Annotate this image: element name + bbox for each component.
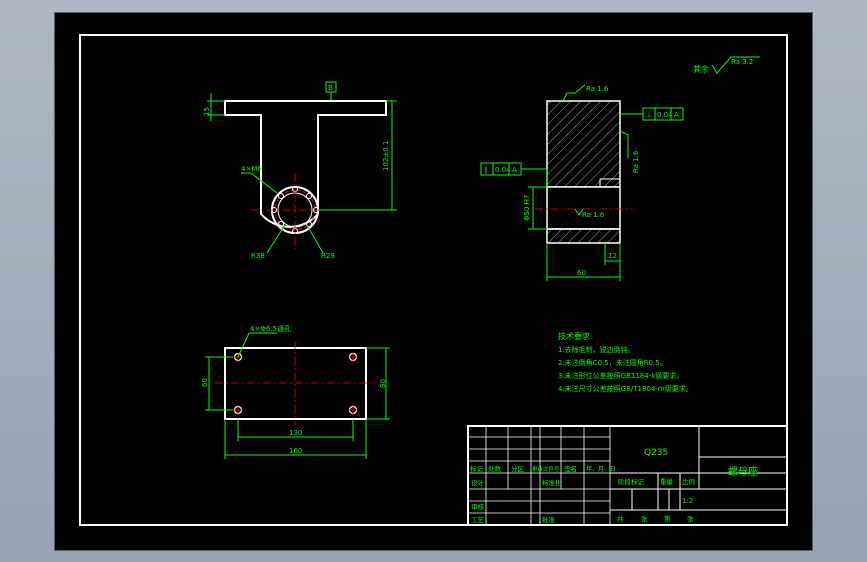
- roughness-general-value: Ra 3.2: [731, 58, 753, 66]
- gdt-right-datum: A: [674, 111, 679, 119]
- front-dim-height: 102±0.1: [382, 141, 390, 171]
- tb-sheet-4: 张: [687, 514, 694, 523]
- tb-scale-value: 1:2: [682, 497, 693, 505]
- gdt-right-tolerance: 0.04: [657, 111, 673, 119]
- side-roughness-bore: Ra 1.6: [582, 211, 605, 219]
- tb-stage-mark: 阶段标记: [618, 477, 645, 486]
- tech-item-4: 4.未注尺寸公差按照GB/T1804-m级要求。: [558, 384, 693, 393]
- tb-header-doc: 更改文件号: [532, 465, 560, 473]
- title-block-text: Q235 螺母座 标记 处数 分区 更改文件号 签名 年、月、日 设计 标准化 …: [470, 448, 758, 524]
- tech-item-3: 3.未注形位公差按照GB1184-k级要求。: [558, 371, 683, 380]
- tb-sheet-2: 张: [641, 514, 648, 523]
- side-roughness-right: Ra 1.6: [632, 150, 640, 173]
- tb-weight: 重量: [660, 478, 674, 486]
- tb-design: 设计: [471, 478, 485, 487]
- plan-dim-inner: 130: [289, 429, 302, 437]
- drawing-canvas: 其余 Ra 3.2 B 15 102±0.1 4×M6 R38 R29 Ra 1…: [79, 34, 788, 526]
- front-dim-holes: 4×M6: [241, 165, 262, 173]
- tb-approve: 批准: [542, 515, 556, 524]
- tech-title: 技术要求: [558, 331, 590, 341]
- gdt-right-symbol: ⊥: [646, 111, 652, 119]
- tb-review: 审核: [471, 502, 485, 511]
- side-dim-step: 12: [608, 252, 617, 260]
- plan-hole-note: 4×Φ6.5通孔: [250, 324, 291, 333]
- plan-dim-left: 60: [201, 378, 209, 387]
- gdt-left-symbol: ∥: [484, 166, 488, 174]
- tb-process: 工艺: [471, 516, 485, 524]
- front-dim-r-outer: R38: [251, 252, 265, 260]
- cad-viewport[interactable]: 其余 Ra 3.2 B 15 102±0.1 4×M6 R38 R29 Ra 1…: [55, 13, 812, 550]
- front-view: B 15 102±0.1 4×M6 R38 R29: [203, 81, 397, 260]
- part-name-text: 螺母座: [728, 465, 758, 478]
- general-roughness: 其余 Ra 3.2: [693, 56, 760, 74]
- tb-header-mark: 标记: [470, 464, 484, 473]
- tb-header-date: 年、月、日: [586, 465, 616, 473]
- gdt-left-datum: A: [512, 166, 517, 174]
- roughness-general-label: 其余: [693, 64, 709, 74]
- tech-item-2: 2.未注倒角C0.5，未注圆角R0.5。: [558, 358, 667, 367]
- tb-header-sign: 签名: [564, 464, 577, 473]
- plan-dim-right: 80: [379, 379, 387, 388]
- tb-standardize: 标准化: [542, 478, 562, 487]
- side-dim-width: 60: [577, 269, 586, 277]
- front-view-outline: [224, 100, 387, 228]
- tb-scale-label: 比例: [682, 477, 695, 486]
- tb-sheet-1: 共: [617, 514, 624, 523]
- plan-dim-total: 160: [289, 447, 302, 455]
- front-datum-label: B: [328, 84, 333, 92]
- tb-header-qty: 处数: [488, 464, 502, 473]
- plan-view: 4×Φ6.5通孔 60 80 130 160: [201, 324, 390, 459]
- tech-item-1: 1.去除毛刺，锐边倒钝。: [558, 345, 635, 354]
- tb-sheet-3: 第: [664, 514, 671, 523]
- tech-requirements: 技术要求 1.去除毛刺，锐边倒钝。 2.未注倒角C0.5，未注圆角R0.5。 3…: [558, 331, 693, 393]
- side-dim-bore: Φ50 H7: [523, 195, 531, 221]
- front-dim-thickness: 15: [203, 107, 211, 116]
- gdt-left-tolerance: 0.04: [495, 166, 511, 174]
- tb-header-zone: 分区: [511, 464, 525, 473]
- material-text: Q235: [644, 448, 668, 458]
- side-roughness-top: Ra 1.6: [586, 85, 609, 93]
- front-dim-r-inner: R29: [321, 252, 335, 260]
- side-view: Ra 1.6 Ra 1.6 Ra 1.6 ⊥ 0.04 A ∥ 0.04 A Φ…: [480, 84, 684, 281]
